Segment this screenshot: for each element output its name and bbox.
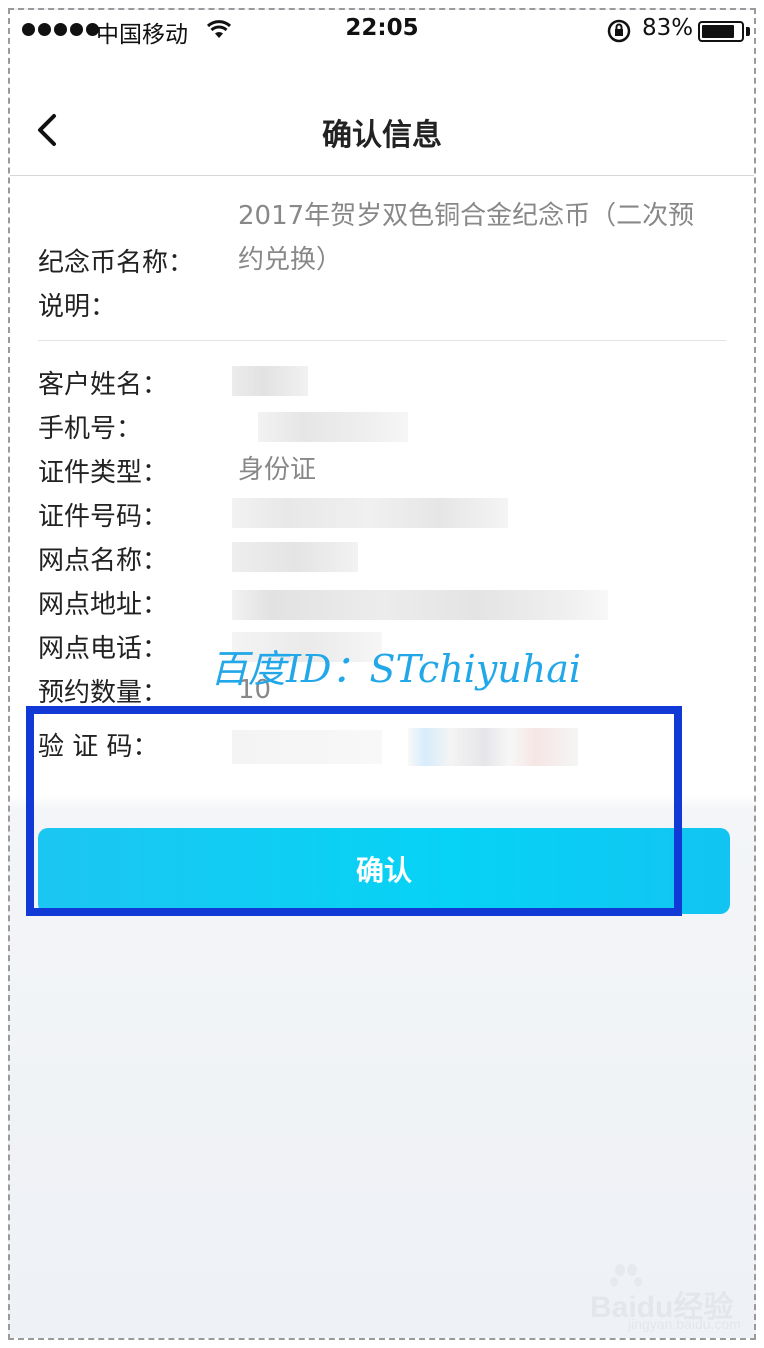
field-label: 网点电话： <box>38 634 169 664</box>
field-row-phone: 手机号： <box>10 404 754 448</box>
field-label: 客户姓名： <box>38 370 169 400</box>
battery-fill <box>702 25 734 38</box>
coin-name-value: 2017年贺岁双色铜合金纪念币（二次预约兑换） <box>238 201 695 275</box>
field-row-customer-name: 客户姓名： <box>10 360 754 404</box>
field-label: 网点名称： <box>38 546 169 576</box>
redacted-mosaic <box>232 542 358 572</box>
field-label: 网点地址： <box>38 590 169 620</box>
coin-info-section: 纪念币名称： 说明： 2017年贺岁双色铜合金纪念币（二次预约兑换） <box>10 176 754 342</box>
field-row-branch-name: 网点名称： <box>10 536 754 580</box>
battery-percent: 83% <box>642 15 694 41</box>
page-title: 确认信息 <box>322 118 442 153</box>
battery-tip <box>746 27 750 36</box>
status-bar: 中国移动 22:05 83% <box>10 10 754 50</box>
field-row-id-type: 证件类型： 身份证 <box>10 448 754 492</box>
field-row-id-number: 证件号码： <box>10 492 754 536</box>
rotation-lock-icon <box>607 19 631 43</box>
field-label: 手机号： <box>38 414 143 444</box>
redacted-mosaic <box>258 412 408 442</box>
battery-icon <box>698 21 744 42</box>
watermark-text: 百度ID：STchiyuhai <box>210 647 582 691</box>
highlight-box <box>26 706 682 916</box>
coin-description-label: 说明： <box>38 292 117 322</box>
coin-name-label: 纪念币名称： <box>38 248 195 278</box>
field-label: 预约数量： <box>38 678 169 708</box>
screenshot-frame: 中国移动 22:05 83% 确认信息 纪念币名称： 说明： 2017年贺岁双色… <box>8 8 756 1340</box>
field-row-branch-address: 网点地址： <box>10 580 754 624</box>
nav-bar: 确认信息 <box>10 90 754 176</box>
field-label: 证件类型： <box>38 458 169 488</box>
field-value: 身份证 <box>238 455 317 485</box>
section-divider <box>38 340 726 341</box>
field-label: 证件号码： <box>38 502 169 532</box>
redacted-mosaic <box>232 366 308 396</box>
redacted-mosaic <box>232 590 608 620</box>
redacted-mosaic <box>232 498 508 528</box>
baidu-logo-url: jingyan.baidu.com <box>628 1316 741 1332</box>
